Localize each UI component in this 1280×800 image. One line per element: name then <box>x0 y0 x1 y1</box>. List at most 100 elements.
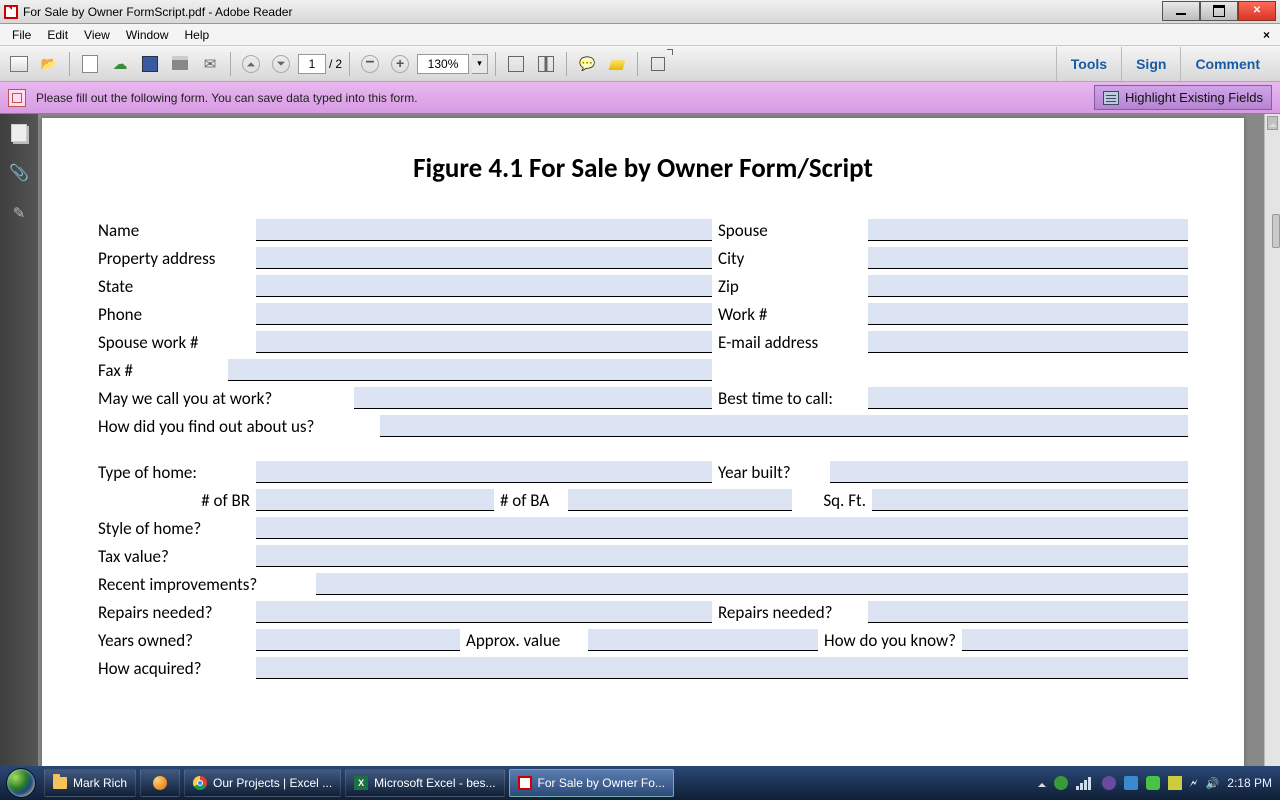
scroll-grip[interactable] <box>1272 214 1280 248</box>
thumbnails-tab-icon[interactable] <box>8 122 30 144</box>
signatures-tab-icon[interactable] <box>8 202 30 224</box>
page-number-input[interactable] <box>298 54 326 74</box>
field-work[interactable] <box>868 303 1188 325</box>
window-title: For Sale by Owner FormScript.pdf - Adobe… <box>23 5 292 19</box>
tray-app2-icon[interactable] <box>1124 776 1138 790</box>
field-repairs2[interactable] <box>868 601 1188 623</box>
add-comment-button[interactable] <box>574 51 600 77</box>
windows-taskbar: Mark Rich Our Projects | Excel ... X Mic… <box>0 766 1280 800</box>
window-titlebar: For Sale by Owner FormScript.pdf - Adobe… <box>0 0 1280 24</box>
tray-volume-icon[interactable]: 🔊 <box>1206 777 1220 790</box>
tray-app4-icon[interactable] <box>1168 776 1182 790</box>
field-phone[interactable] <box>256 303 712 325</box>
system-tray: 🗲 🔊 2:18 PM <box>1038 776 1272 791</box>
field-year-built[interactable] <box>830 461 1188 483</box>
tray-app3-icon[interactable] <box>1146 776 1160 790</box>
field-years-owned[interactable] <box>256 629 460 651</box>
zoom-dropdown-button[interactable]: ▾ <box>472 54 488 74</box>
label-approx-val: Approx. value <box>460 630 588 651</box>
menu-help[interactable]: Help <box>177 26 218 44</box>
label-name: Name <box>98 220 256 241</box>
menu-view[interactable]: View <box>76 26 118 44</box>
export-pdf-button[interactable] <box>6 51 32 77</box>
field-zip[interactable] <box>868 275 1188 297</box>
field-acquired[interactable] <box>256 657 1188 679</box>
zoom-out-button[interactable] <box>357 51 383 77</box>
open-button[interactable] <box>36 51 62 77</box>
zoom-box: ▾ <box>417 54 488 74</box>
field-find-out[interactable] <box>380 415 1188 437</box>
zoom-input[interactable] <box>417 54 469 74</box>
label-how-know: How do you know? <box>818 630 962 651</box>
menu-edit[interactable]: Edit <box>39 26 76 44</box>
print-button[interactable] <box>167 51 193 77</box>
tray-status-icon[interactable] <box>1054 776 1068 790</box>
field-improvements[interactable] <box>316 573 1188 595</box>
field-prop-addr[interactable] <box>256 247 712 269</box>
field-approx-val[interactable] <box>588 629 818 651</box>
window-minimize-button[interactable] <box>1162 1 1200 21</box>
field-state[interactable] <box>256 275 712 297</box>
taskbar-item-adobe[interactable]: For Sale by Owner Fo... <box>509 769 674 797</box>
field-name[interactable] <box>256 219 712 241</box>
field-fax[interactable] <box>228 359 712 381</box>
field-type-home[interactable] <box>256 461 712 483</box>
zoom-in-button[interactable] <box>387 51 413 77</box>
taskbar-item-label: Mark Rich <box>73 776 127 790</box>
taskbar-item-chrome[interactable]: Our Projects | Excel ... <box>184 769 341 797</box>
fit-width-button[interactable] <box>533 51 559 77</box>
highlight-fields-button[interactable]: Highlight Existing Fields <box>1094 85 1272 110</box>
tools-panel-link[interactable]: Tools <box>1056 47 1121 81</box>
tray-battery-icon[interactable]: 🗲 <box>1190 776 1198 791</box>
comment-panel-link[interactable]: Comment <box>1180 47 1274 81</box>
email-button[interactable] <box>197 51 223 77</box>
tray-show-hidden-icon[interactable] <box>1038 779 1046 787</box>
field-ba[interactable] <box>568 489 792 511</box>
window-close-button[interactable] <box>1238 1 1276 21</box>
field-call-work[interactable] <box>354 387 712 409</box>
vertical-scrollbar[interactable] <box>1264 114 1280 766</box>
create-pdf-button[interactable] <box>77 51 103 77</box>
document-viewport[interactable]: Figure 4.1 For Sale by Owner Form/Script… <box>38 114 1280 766</box>
menu-file[interactable]: File <box>4 26 39 44</box>
menu-window[interactable]: Window <box>118 26 177 44</box>
save-button[interactable] <box>137 51 163 77</box>
field-city[interactable] <box>868 247 1188 269</box>
scrollbar-up-button[interactable] <box>1267 116 1278 130</box>
cloud-button[interactable] <box>107 51 133 77</box>
taskbar-item-excel[interactable]: X Microsoft Excel - bes... <box>345 769 504 797</box>
label-best-time: Best time to call: <box>712 388 868 409</box>
tray-app-icon[interactable] <box>1102 776 1116 790</box>
field-spouse[interactable] <box>868 219 1188 241</box>
field-email[interactable] <box>868 331 1188 353</box>
label-taxval: Tax value? <box>98 546 256 567</box>
highlight-button[interactable] <box>604 51 630 77</box>
page-down-button[interactable] <box>268 51 294 77</box>
document-close-button[interactable]: × <box>1257 28 1276 42</box>
field-how-know[interactable] <box>962 629 1188 651</box>
field-style[interactable] <box>256 517 1188 539</box>
page-up-button[interactable] <box>238 51 264 77</box>
field-sqft[interactable] <box>872 489 1188 511</box>
read-mode-button[interactable] <box>645 51 671 77</box>
taskbar-item-label: For Sale by Owner Fo... <box>538 776 665 790</box>
attachments-tab-icon[interactable] <box>8 162 30 184</box>
field-spouse-work[interactable] <box>256 331 712 353</box>
tray-clock[interactable]: 2:18 PM <box>1227 776 1272 790</box>
sign-panel-link[interactable]: Sign <box>1121 47 1180 81</box>
separator <box>349 52 350 76</box>
page-number-box: / 2 <box>298 54 342 74</box>
taskbar-item-explorer[interactable]: Mark Rich <box>44 769 136 797</box>
start-button[interactable] <box>0 766 42 800</box>
field-taxval[interactable] <box>256 545 1188 567</box>
label-city: City <box>712 248 868 269</box>
fit-page-button[interactable] <box>503 51 529 77</box>
window-maximize-button[interactable] <box>1200 1 1238 21</box>
network-signal-icon[interactable] <box>1076 776 1094 790</box>
taskbar-item-firefox[interactable] <box>140 769 180 797</box>
field-best-time[interactable] <box>868 387 1188 409</box>
field-br[interactable] <box>256 489 494 511</box>
label-repairs2: Repairs needed? <box>712 602 868 623</box>
label-prop-addr: Property address <box>98 248 256 269</box>
field-repairs1[interactable] <box>256 601 712 623</box>
